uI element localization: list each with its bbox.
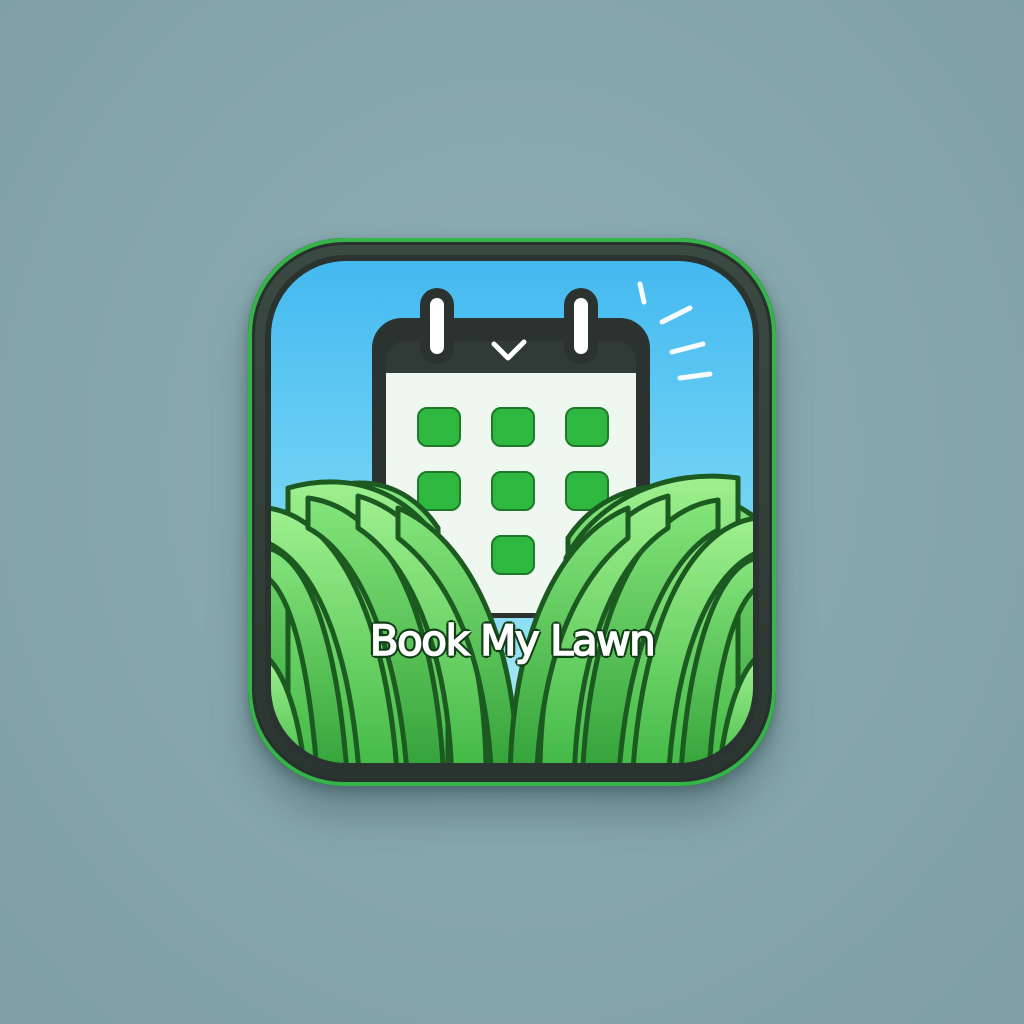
app-icon[interactable]: Book My Lawn [248,238,776,786]
app-icon-artwork [265,255,759,769]
app-name-label: Book My Lawn [369,615,657,666]
canvas: Book My Lawn [0,0,1024,1024]
